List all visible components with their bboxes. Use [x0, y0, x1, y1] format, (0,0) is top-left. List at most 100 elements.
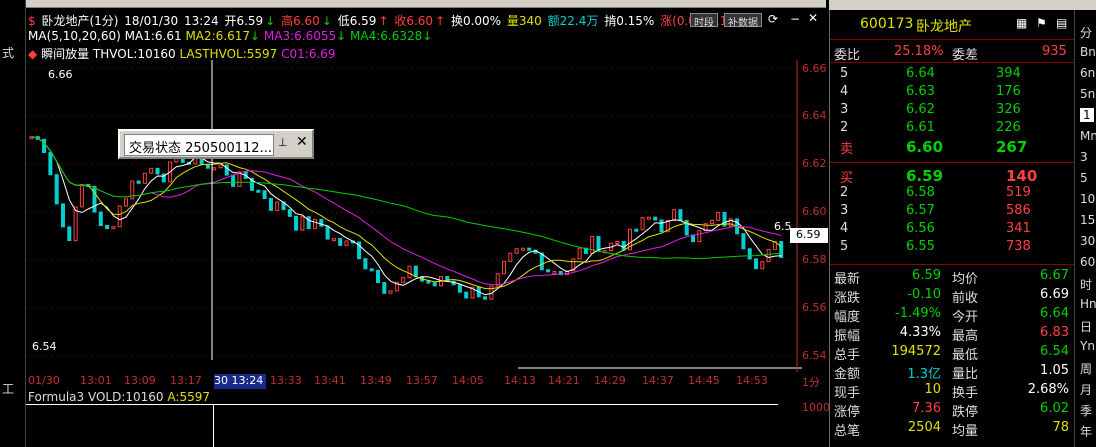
sell-row[interactable]: 2 6.61 226 [830, 120, 1075, 138]
period-option[interactable]: 5n [1080, 87, 1095, 101]
price-chart[interactable]: 6.66 6.54 6.5 [26, 60, 826, 372]
flag-icon[interactable]: ⚑ [1036, 16, 1047, 30]
stat-label: 均价 [952, 272, 979, 287]
stat-value: 6.59 [912, 268, 941, 283]
stats-row: 涨停 7.36 跌停 6.02 [830, 401, 1075, 420]
stat-value: 6.64 [1040, 306, 1069, 321]
period-option[interactable]: 分 [1080, 24, 1092, 41]
weicha-label: 委差 [952, 48, 979, 63]
close-icon[interactable]: ✕ [808, 11, 818, 25]
close-icon[interactable]: ✕ [296, 134, 308, 150]
period-option[interactable]: Yn [1080, 339, 1095, 353]
candle [432, 282, 437, 287]
stats-row: 现手 10 换手 2.68% [830, 382, 1075, 401]
period-option[interactable]: 6n [1080, 66, 1095, 80]
stat-label: 量比 [952, 367, 979, 382]
period-option[interactable]: 60 [1080, 255, 1095, 269]
candle [79, 183, 84, 208]
period-option[interactable]: Mn [1080, 129, 1096, 143]
candle [111, 226, 116, 230]
stats-row: 最新 6.59 均价 6.67 [830, 268, 1075, 287]
period-option[interactable]: 5 [1080, 171, 1088, 185]
candle [716, 211, 721, 221]
stat-label: 总笔 [834, 424, 861, 439]
buy-row[interactable]: 3 6.57 586 [830, 203, 1075, 221]
stat-label: 最高 [952, 329, 979, 344]
period-option[interactable]: Bn [1080, 45, 1096, 59]
stats-row: 幅度 -1.49% 今开 6.64 [830, 306, 1075, 325]
time-tick: 13:17 [170, 374, 202, 387]
sell-level: 卖 [840, 142, 854, 157]
candle [527, 247, 532, 251]
time-tick: 14:21 [548, 374, 580, 387]
high-annotation: 6.66 [48, 68, 73, 81]
stat-value: 194572 [891, 344, 941, 359]
header-open: 开6.59 [224, 14, 264, 28]
stat-value: 6.54 [1040, 344, 1069, 359]
settings-icon[interactable]: ▤ [1056, 16, 1067, 30]
candle [155, 167, 160, 175]
pin-icon[interactable]: ⊥ [278, 136, 288, 149]
trade-status-text[interactable]: 交易状态 250500112... [124, 134, 274, 156]
stat-label: 跌停 [952, 405, 979, 420]
candle [426, 280, 431, 284]
sell-row[interactable]: 3 6.62 326 [830, 102, 1075, 120]
sync-icon[interactable]: ⟳ [768, 12, 778, 26]
time-tick: 14:37 [642, 374, 674, 387]
stats-row: 振幅 4.33% 最高 6.83 [830, 325, 1075, 344]
candle [294, 215, 299, 231]
trade-status-window[interactable]: 交易状态 250500112... ⊥ ✕ [118, 129, 314, 159]
buy-row[interactable]: 4 6.56 341 [830, 221, 1075, 239]
period-option[interactable]: 时 [1080, 276, 1092, 293]
period-button[interactable]: 时段 [690, 13, 718, 29]
candle [363, 258, 368, 270]
candle [224, 164, 229, 176]
stock-icon[interactable]: $ [28, 14, 36, 28]
formula-name[interactable]: Formula3 [28, 390, 84, 404]
buy-row[interactable]: 5 6.55 738 [830, 239, 1075, 257]
stat-label: 现手 [834, 386, 861, 401]
header-turnover: 换0.00% [450, 14, 502, 28]
candle [634, 228, 639, 232]
time-tick: 13:49 [360, 374, 392, 387]
period-option[interactable]: 30 [1080, 234, 1095, 248]
period-option[interactable]: 10 [1080, 192, 1095, 206]
stat-value: -0.10 [907, 287, 941, 302]
candle [672, 209, 677, 222]
period-option[interactable]: 日 [1080, 318, 1092, 335]
period-option[interactable]: Hn [1080, 297, 1096, 311]
grid-icon[interactable]: ▦ [1016, 16, 1027, 30]
low-annotation: 6.54 [32, 340, 57, 353]
buy-volume: 586 [1006, 203, 1031, 218]
buy-row[interactable]: 2 6.58 519 [830, 185, 1075, 203]
sell-row[interactable]: 5 6.64 394 [830, 66, 1075, 84]
period-option[interactable]: 年 [1080, 423, 1092, 440]
period-option[interactable]: 月 [1080, 381, 1092, 398]
stat-value: 6.67 [1040, 268, 1069, 283]
candle [577, 247, 582, 260]
period-option[interactable]: 15 [1080, 213, 1095, 227]
buy-row[interactable]: 买 6.59 140 [830, 167, 1075, 186]
sell-row[interactable]: 卖 6.60 267 [830, 138, 1075, 157]
ma-title: MA(5,10,20,60) [28, 29, 121, 43]
candle [520, 247, 525, 251]
period-option[interactable]: 周 [1080, 360, 1092, 377]
stock-name[interactable]: 卧龙地产(1分) [41, 14, 118, 28]
sell-row[interactable]: 4 6.63 176 [830, 84, 1075, 102]
period-label[interactable]: 1分 [802, 374, 820, 390]
period-option[interactable]: 1 [1080, 108, 1094, 122]
time-tick: 14:13 [504, 374, 536, 387]
sell-price: 6.61 [906, 120, 935, 135]
candle [640, 217, 645, 231]
buy-level: 2 [840, 185, 849, 200]
sell-level: 4 [840, 84, 849, 99]
candle [300, 216, 305, 231]
candle [388, 290, 393, 294]
minus-icon[interactable]: − [790, 12, 800, 26]
period-option[interactable]: 3 [1080, 150, 1088, 164]
fill-data-button[interactable]: 补数据 [724, 13, 762, 29]
sell-volume: 326 [996, 102, 1021, 117]
stat-value: 6.02 [1040, 401, 1069, 416]
period-option[interactable]: 季 [1080, 402, 1092, 419]
ma-line [31, 136, 782, 290]
